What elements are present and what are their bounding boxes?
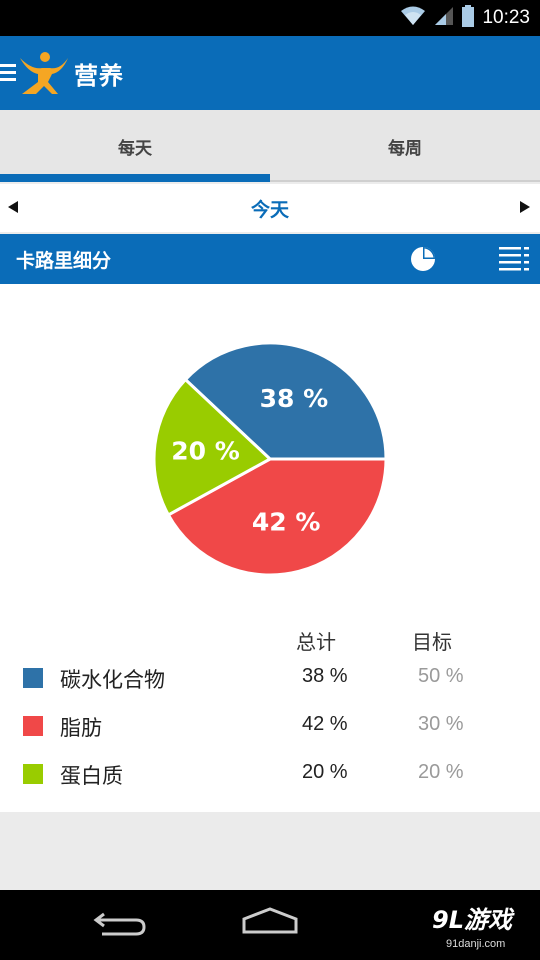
legend-row-carbs: 碳水化合物 38 % 50 % [0, 658, 540, 698]
legend-row-protein: 蛋白质 20 % 20 % [0, 754, 540, 794]
status-icons: 10:23 [400, 4, 530, 32]
tab-indicator [0, 174, 270, 182]
legend-swatch [23, 716, 43, 736]
legend-label: 脂肪 [60, 716, 102, 740]
signal-icon [434, 6, 454, 30]
pie-slice-label: 20 % [171, 436, 240, 465]
menu-icon[interactable] [0, 62, 16, 84]
legend-total-value: 38 % [302, 665, 348, 687]
legend-label: 蛋白质 [60, 764, 123, 788]
legend-goal-value: 50 % [418, 665, 464, 687]
status-bar: 10:23 [0, 0, 540, 36]
legend-goal-value: 20 % [418, 761, 464, 783]
wifi-icon [400, 6, 426, 30]
tab-daily[interactable]: 每天 [0, 110, 270, 182]
watermark-url: 91danji.com [446, 938, 506, 950]
pie-chart-icon[interactable] [410, 246, 436, 272]
empty-area [0, 812, 540, 890]
date-label[interactable]: 今天 [0, 195, 540, 222]
app-title: 营养 [74, 62, 124, 90]
next-day-arrow-icon[interactable] [520, 201, 530, 213]
legend-swatch [23, 668, 43, 688]
system-nav-bar: 9L游戏 91danji.com [0, 890, 540, 960]
app-bar: 营养 [0, 36, 540, 110]
tab-bar: 每天 每周 [0, 110, 540, 182]
date-navigator: 今天 [0, 184, 540, 232]
back-icon[interactable] [92, 910, 148, 938]
legend-swatch [23, 764, 43, 784]
legend-total-value: 42 % [302, 713, 348, 735]
battery-icon [462, 5, 475, 31]
pie-slice-label: 42 % [252, 507, 321, 536]
watermark-logo: 9L游戏 [432, 906, 512, 934]
home-icon[interactable] [242, 906, 298, 934]
section-title: 卡路里细分 [16, 250, 112, 272]
legend-goal-value: 30 % [418, 713, 464, 735]
logo-icon[interactable] [18, 50, 70, 96]
section-header: 卡路里细分 [0, 234, 540, 284]
tab-weekly[interactable]: 每周 [270, 110, 540, 182]
calorie-breakdown-panel: 38 % 42 % 20 % 总计 目标 碳水化合物 38 % 50 % 脂肪 42… [0, 284, 540, 812]
calorie-pie-chart: 38 % 42 % 20 % [152, 341, 388, 577]
legend-row-fat: 脂肪 42 % 30 % [0, 706, 540, 746]
pie-slice-label: 38 % [260, 384, 329, 413]
legend-goal-header: 目标 [412, 630, 452, 654]
legend-label: 碳水化合物 [60, 668, 165, 692]
legend-total-value: 20 % [302, 761, 348, 783]
list-icon[interactable] [499, 246, 529, 272]
legend-total-header: 总计 [296, 630, 336, 654]
status-time: 10:23 [482, 7, 530, 28]
